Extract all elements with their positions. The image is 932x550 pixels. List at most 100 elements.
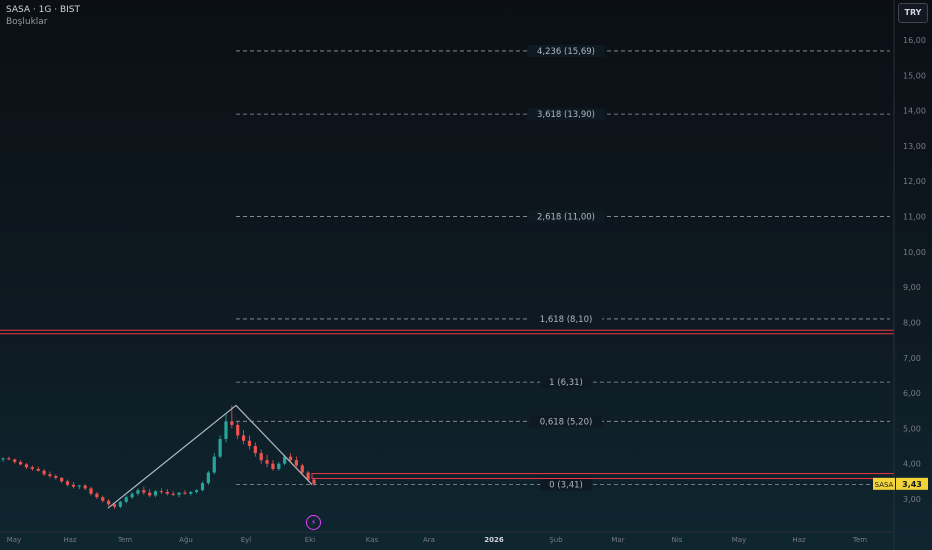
fib-level-label: 1,618 (8,10) xyxy=(540,315,593,325)
candle-body xyxy=(124,497,128,502)
candle-body xyxy=(107,500,111,505)
y-tick-label: 13,00 xyxy=(903,142,926,151)
x-tick-label: Eyl xyxy=(241,536,252,544)
candle-body xyxy=(212,456,216,473)
fib-level-label: 2,618 (11,00) xyxy=(537,213,595,223)
x-tick-label: Eki xyxy=(305,536,315,544)
x-tick-label: Haz xyxy=(63,536,77,544)
candle-body xyxy=(177,492,181,495)
candle-body xyxy=(224,421,228,439)
fib-level-label: 1 (6,31) xyxy=(549,378,583,388)
y-tick-label: 5,00 xyxy=(903,424,921,433)
y-tick-label: 10,00 xyxy=(903,248,926,257)
x-tick-label: May xyxy=(732,536,746,544)
candle-body xyxy=(183,492,187,494)
candle-body xyxy=(200,483,205,491)
candle-body xyxy=(136,490,140,494)
y-tick-label: 15,00 xyxy=(903,71,926,80)
x-tick-label: Mar xyxy=(611,536,624,544)
candle-body xyxy=(65,481,70,485)
y-tick-label: 7,00 xyxy=(903,354,921,363)
candle-body xyxy=(288,456,293,461)
candle-body xyxy=(112,504,117,507)
x-tick-label: Kas xyxy=(366,536,379,544)
indicator-label[interactable]: Boşluklar xyxy=(6,17,48,27)
candle-body xyxy=(142,490,146,493)
y-tick-label: 9,00 xyxy=(903,283,921,292)
candle-body xyxy=(89,488,93,494)
candle-body xyxy=(253,446,257,454)
last-price-symbol: SASA xyxy=(875,481,894,489)
x-tick-label: Tem xyxy=(117,536,132,544)
candle-body xyxy=(30,467,34,469)
axes: 3,00 4,00 5,00 6,00 7,00 8,00 9,00 10,00 11,00 12… xyxy=(0,0,928,550)
candle-body xyxy=(206,472,210,484)
y-tick-label: 12,00 xyxy=(903,177,926,186)
candle-body xyxy=(259,453,263,461)
candle-body xyxy=(230,421,234,425)
candle-body xyxy=(42,470,46,475)
candle-body xyxy=(19,461,23,465)
x-tick-label: 2026 xyxy=(484,536,504,544)
y-tick-label: 16,00 xyxy=(903,36,926,45)
resistance-band xyxy=(311,473,895,480)
symbol-title[interactable]: SASA · 1G · BIST xyxy=(6,5,80,15)
candle-body xyxy=(101,497,105,501)
candle-body xyxy=(189,491,193,494)
currency-button[interactable]: TRY xyxy=(898,3,928,23)
fib-level-label: 0,618 (5,20) xyxy=(540,417,593,427)
candle-body xyxy=(77,485,81,487)
x-tick-label: Nis xyxy=(672,536,683,544)
candle-body xyxy=(277,463,281,469)
candlestick-series xyxy=(1,405,316,509)
candle-body xyxy=(1,458,5,460)
candle-body xyxy=(171,493,175,495)
candle-body xyxy=(271,463,275,469)
fib-level-label: 4,236 (15,69) xyxy=(537,47,595,57)
fib-level-label: 0 (3,41) xyxy=(549,481,583,491)
candle-body xyxy=(130,493,134,498)
candle-body xyxy=(36,468,40,471)
candle-body xyxy=(153,491,158,496)
x-tick-label: May xyxy=(7,536,21,544)
candle-body xyxy=(71,484,76,487)
candle-body xyxy=(60,477,64,482)
candle-body xyxy=(24,464,29,468)
y-tick-label: 11,00 xyxy=(903,213,926,222)
last-price-value: 3,43 xyxy=(902,480,922,489)
y-tick-label: 14,00 xyxy=(903,107,926,116)
lightning-icon[interactable]: ⚡ xyxy=(306,515,321,530)
y-tick-label: 3,00 xyxy=(903,495,921,504)
candle-body xyxy=(195,490,199,492)
x-tick-label: Ağu xyxy=(179,536,193,544)
fib-level-label: 3,618 (13,90) xyxy=(537,110,595,120)
y-tick-label: 6,00 xyxy=(903,389,921,398)
x-tick-label: Tem xyxy=(852,536,867,544)
x-tick-label: Ara xyxy=(423,536,435,544)
candle-body xyxy=(118,501,122,507)
price-chart[interactable]: 4,236 (15,69) 3,618 (13,90) 2,618 (11,00) 1… xyxy=(0,0,932,550)
candle-body xyxy=(7,458,11,460)
candle-body xyxy=(218,438,222,457)
candle-body xyxy=(247,440,252,447)
candle-body xyxy=(236,424,240,436)
resistance-lines xyxy=(0,329,895,480)
candle-body xyxy=(148,492,152,496)
candle-body xyxy=(265,460,269,464)
candle-body xyxy=(165,491,169,494)
candle-body xyxy=(95,493,99,498)
y-tick-label: 8,00 xyxy=(903,318,921,327)
candle-body xyxy=(83,485,87,489)
fibonacci-extension: 4,236 (15,69) 3,618 (13,90) 2,618 (11,00) 1… xyxy=(236,44,890,491)
x-tick-label: Şub xyxy=(549,536,563,544)
candle-body xyxy=(241,435,246,441)
candle-body xyxy=(13,459,17,462)
candle-body xyxy=(300,465,304,473)
candle-body xyxy=(54,476,58,478)
candle-body xyxy=(48,474,52,477)
candle-body xyxy=(159,491,164,493)
y-tick-label: 4,00 xyxy=(903,460,921,469)
x-tick-label: Haz xyxy=(792,536,806,544)
candle-body xyxy=(312,479,316,484)
candle-body xyxy=(294,460,298,466)
